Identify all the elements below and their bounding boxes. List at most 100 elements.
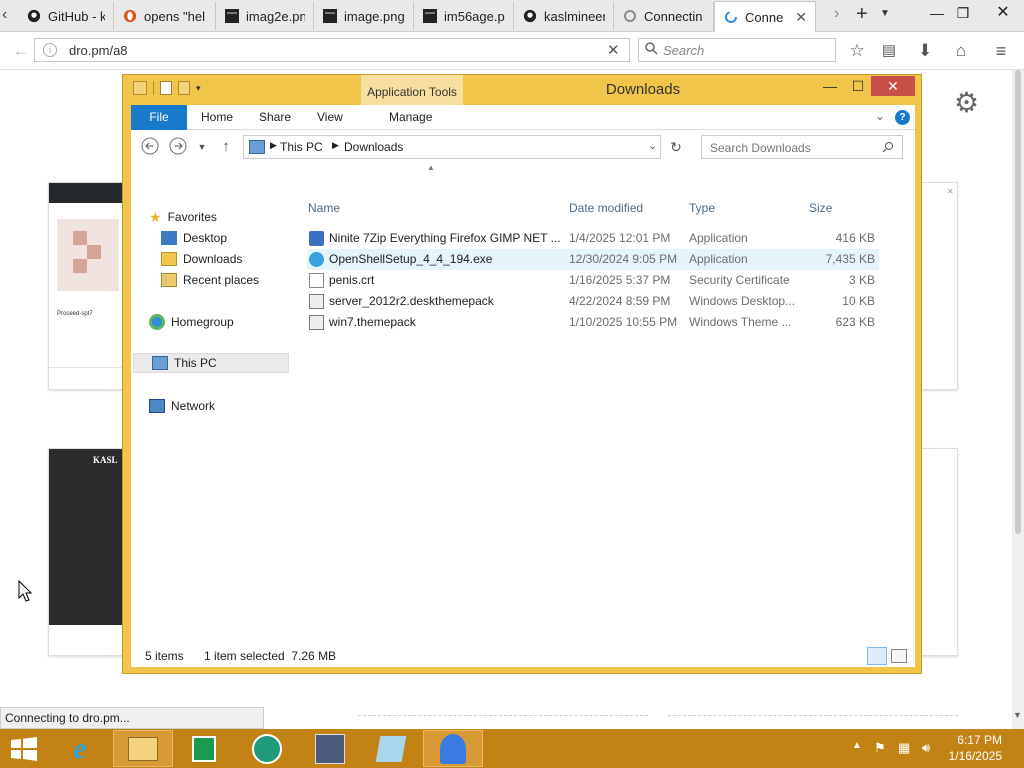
file-row-selected[interactable]: OpenShellSetup_4_4_194.exe 12/30/2024 9:… [307, 249, 879, 270]
address-dropdown-icon[interactable]: ⌄ [648, 139, 657, 152]
scroll-tabs-right-button[interactable]: › [834, 5, 839, 23]
file-row[interactable]: Ninite 7Zip Everything Firefox GIMP NET … [307, 228, 879, 249]
downloads-icon[interactable]: ⬇ [914, 41, 936, 61]
clock-time: 6:17 PM [957, 733, 1002, 747]
url-text[interactable]: dro.pm/a8 [69, 43, 128, 58]
info-icon[interactable]: i [43, 43, 57, 57]
image-icon [322, 8, 338, 24]
forward-button[interactable] [167, 136, 189, 158]
tab-manage[interactable]: Manage [377, 105, 444, 130]
app-button[interactable] [237, 730, 297, 767]
nav-desktop[interactable]: Desktop [161, 228, 227, 248]
internet-explorer-button[interactable]: e [50, 730, 110, 767]
installer-icon [309, 231, 324, 246]
menu-icon[interactable]: ≡ [990, 41, 1012, 61]
scroll-down-icon[interactable]: ▼ [1013, 710, 1022, 720]
back-button[interactable] [139, 136, 161, 158]
app-button[interactable] [361, 730, 421, 767]
minimize-button[interactable]: — [815, 75, 845, 97]
help-icon[interactable]: ? [895, 110, 910, 125]
tab-view[interactable]: View [305, 105, 355, 130]
thumbnail-card[interactable] [918, 448, 958, 656]
details-view-icon[interactable] [867, 647, 887, 665]
close-tab-icon[interactable]: ✕ [795, 9, 807, 26]
home-icon[interactable]: ⌂ [950, 41, 972, 61]
start-button[interactable] [0, 730, 48, 767]
tab-imag2e[interactable]: imag2e.pn [216, 2, 314, 30]
nav-downloads[interactable]: Downloads [161, 249, 242, 269]
file-row[interactable]: server_2012r2.deskthemepack 4/22/2024 8:… [307, 291, 879, 312]
firefox-button[interactable] [423, 730, 483, 767]
scroll-tabs-left-button[interactable]: ‹ [2, 6, 16, 24]
volume-icon[interactable]: 🔊︎ [922, 740, 930, 756]
thumbnail-card[interactable]: ✕ [918, 182, 958, 390]
bookmark-star-icon[interactable]: ☆ [846, 41, 868, 61]
recent-locations-icon[interactable]: ▼ [191, 136, 213, 158]
reading-list-icon[interactable]: ▤ [878, 41, 900, 61]
column-date-modified[interactable]: Date modified [569, 197, 643, 219]
clock[interactable]: 6:17 PM 1/16/2025 [949, 732, 1002, 764]
image-icon [224, 8, 240, 24]
expand-ribbon-icon[interactable]: ⌄ [875, 109, 885, 123]
network-icon[interactable]: ▦ [898, 740, 910, 756]
file-row[interactable]: penis.crt 1/16/2025 5:37 PM Security Cer… [307, 270, 879, 291]
maximize-button[interactable]: ☐ [843, 75, 873, 97]
action-center-flag-icon[interactable]: ⚑ [874, 740, 886, 756]
address-bar[interactable]: ▶ This PC ▶ Downloads ⌄ [243, 135, 661, 159]
search-input[interactable]: Search [638, 38, 836, 62]
tab-connecting[interactable]: Connectin [614, 2, 714, 30]
column-name[interactable]: Name [308, 197, 340, 219]
close-icon[interactable]: ✕ [947, 187, 954, 196]
selection-info: 1 item selected 7.26 MB [204, 649, 337, 663]
nav-recent-places[interactable]: Recent places [161, 270, 259, 290]
restore-window-button[interactable]: ❐ [950, 2, 976, 24]
store-button[interactable] [174, 730, 234, 767]
up-button[interactable]: ↑ [215, 136, 237, 158]
tab-connecting-active[interactable]: Conne ✕ [714, 1, 816, 32]
url-bar[interactable]: i dro.pm/a8 ✕ [34, 38, 630, 62]
tab-im56age[interactable]: im56age.p [414, 2, 514, 30]
nav-network[interactable]: Network [149, 396, 215, 416]
file-explorer-button[interactable] [113, 730, 173, 767]
stop-loading-icon[interactable]: ✕ [607, 41, 620, 59]
ribbon: File Home Share View Manage ⌄ ? [131, 105, 915, 130]
refresh-icon[interactable]: ↻ [665, 136, 687, 158]
settings-gear-icon[interactable]: ⚙ [954, 86, 979, 119]
minimize-window-button[interactable]: — [924, 2, 950, 24]
tab-image-png[interactable]: image.png [314, 2, 414, 30]
breadcrumb-downloads[interactable]: Downloads [344, 140, 403, 154]
image-icon [422, 8, 438, 24]
thumbnail-card[interactable]: Proceed-spt7 [48, 182, 129, 390]
nav-homegroup[interactable]: Homegroup [149, 312, 234, 332]
new-tab-button[interactable]: + [856, 3, 868, 26]
tab-github[interactable]: GitHub - k [18, 2, 114, 30]
nav-favorites[interactable]: ★ Favorites [149, 207, 217, 227]
app-button[interactable] [300, 730, 360, 767]
windows-logo-icon [11, 736, 37, 761]
column-size[interactable]: Size [809, 197, 832, 219]
shell-icon [309, 252, 324, 267]
close-window-button[interactable]: ✕ [986, 2, 1020, 24]
thumbnail-card-dark[interactable]: KASL [48, 448, 129, 656]
tab-home[interactable]: Home [189, 105, 245, 130]
close-button[interactable]: ✕ [871, 76, 915, 96]
thumbnail-header [49, 183, 129, 203]
back-arrow-icon[interactable]: ← [10, 41, 32, 61]
explorer-body: Application Tools File Home Share View M… [131, 75, 915, 667]
item-count: 5 items [145, 649, 184, 663]
tab-kaslmineer[interactable]: kaslmineer [514, 2, 614, 30]
search-downloads-input[interactable]: Search Downloads [701, 135, 903, 159]
tab-share[interactable]: Share [247, 105, 303, 130]
large-icons-view-icon[interactable] [891, 649, 907, 663]
tab-opens-hel[interactable]: opens "hel [114, 2, 216, 30]
show-hidden-icons-icon[interactable]: ▲ [852, 740, 862, 751]
nav-this-pc[interactable]: This PC [133, 353, 289, 373]
breadcrumb-this-pc[interactable]: This PC [280, 140, 323, 154]
folder-icon [128, 736, 158, 761]
tab-file[interactable]: File [131, 105, 187, 130]
column-type[interactable]: Type [689, 197, 715, 219]
file-row[interactable]: win7.themepack 1/10/2025 10:55 PM Window… [307, 312, 879, 333]
tab-list-dropdown[interactable]: ▼ [880, 8, 890, 19]
page-scrollbar[interactable]: ▼ [1012, 70, 1024, 730]
browser-tab-bar: ‹ GitHub - k opens "hel imag2e.pn image.… [0, 0, 1024, 32]
